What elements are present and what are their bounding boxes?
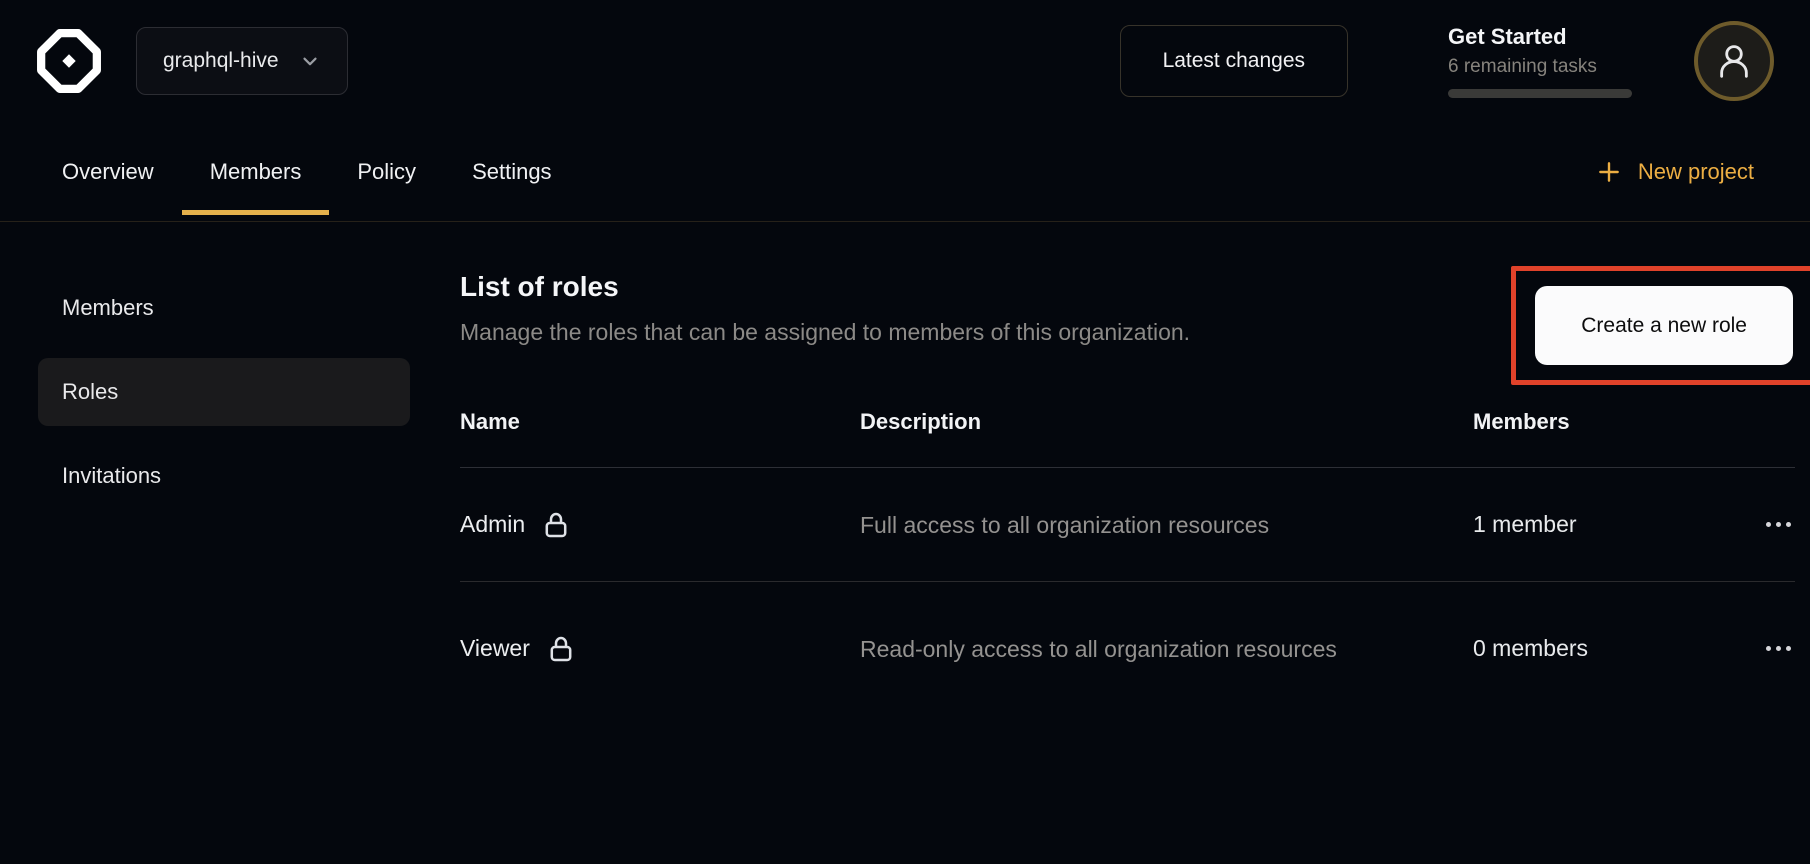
get-started-subtitle: 6 remaining tasks	[1448, 56, 1636, 78]
lock-icon	[543, 510, 569, 539]
hive-logo-icon[interactable]	[36, 28, 102, 94]
role-name-cell: Admin	[460, 510, 860, 539]
role-actions-cell	[1700, 636, 1795, 661]
tab-settings[interactable]: Settings	[444, 122, 580, 221]
org-tab-bar: Overview Members Policy Settings New pro…	[0, 122, 1810, 222]
role-name-label: Viewer	[460, 635, 530, 662]
column-header-description: Description	[860, 409, 1473, 435]
user-avatar[interactable]	[1694, 21, 1774, 101]
table-row-admin: Admin Full access to all organization re…	[460, 468, 1795, 582]
role-members-cell: 1 member	[1473, 511, 1700, 538]
column-header-name: Name	[460, 409, 860, 435]
roles-table: Name Description Members Admin Full acce…	[460, 409, 1795, 715]
roles-header: List of roles Manage the roles that can …	[460, 270, 1795, 385]
org-name-label: graphql-hive	[163, 49, 279, 73]
page-title: List of roles	[460, 270, 1190, 304]
ellipsis-icon	[1766, 522, 1771, 527]
latest-changes-button[interactable]: Latest changes	[1120, 25, 1348, 97]
role-description-cell: Full access to all organization resource…	[860, 508, 1352, 542]
top-bar: graphql-hive Latest changes Get Started …	[0, 0, 1810, 122]
roles-header-text: List of roles Manage the roles that can …	[460, 270, 1190, 346]
get-started-progress-bar	[1448, 89, 1632, 98]
chevron-down-icon	[299, 50, 321, 72]
row-menu-button[interactable]	[1762, 636, 1795, 661]
lock-icon	[548, 634, 574, 663]
roles-panel: List of roles Manage the roles that can …	[424, 222, 1810, 715]
annotation-highlight-box: Create a new role	[1511, 266, 1810, 385]
role-members-cell: 0 members	[1473, 635, 1700, 662]
ellipsis-icon	[1766, 646, 1771, 651]
get-started-widget[interactable]: Get Started 6 remaining tasks	[1448, 24, 1636, 98]
get-started-title: Get Started	[1448, 24, 1636, 50]
org-switcher-button[interactable]: graphql-hive	[136, 27, 348, 95]
plus-icon	[1596, 159, 1622, 185]
tab-members[interactable]: Members	[182, 122, 330, 221]
page-description: Manage the roles that can be assigned to…	[460, 318, 1190, 346]
table-row-viewer: Viewer Read-only access to all organizat…	[460, 582, 1795, 715]
role-actions-cell	[1700, 512, 1795, 537]
content-area: Members Roles Invitations List of roles …	[0, 222, 1810, 715]
sidebar-item-invitations[interactable]: Invitations	[38, 442, 410, 510]
tab-policy[interactable]: Policy	[329, 122, 444, 221]
sidebar-item-members[interactable]: Members	[38, 274, 410, 342]
new-project-button[interactable]: New project	[1596, 159, 1754, 185]
members-side-nav: Members Roles Invitations	[0, 222, 424, 510]
role-name-label: Admin	[460, 511, 525, 538]
role-description-cell: Read-only access to all organization res…	[860, 632, 1352, 666]
row-menu-button[interactable]	[1762, 512, 1795, 537]
create-role-button[interactable]: Create a new role	[1535, 286, 1793, 365]
column-header-members: Members	[1473, 409, 1700, 435]
sidebar-item-roles[interactable]: Roles	[38, 358, 410, 426]
user-icon	[1715, 41, 1753, 81]
roles-table-header: Name Description Members	[460, 409, 1795, 468]
tab-overview[interactable]: Overview	[34, 122, 182, 221]
role-name-cell: Viewer	[460, 634, 860, 663]
new-project-label: New project	[1638, 159, 1754, 185]
